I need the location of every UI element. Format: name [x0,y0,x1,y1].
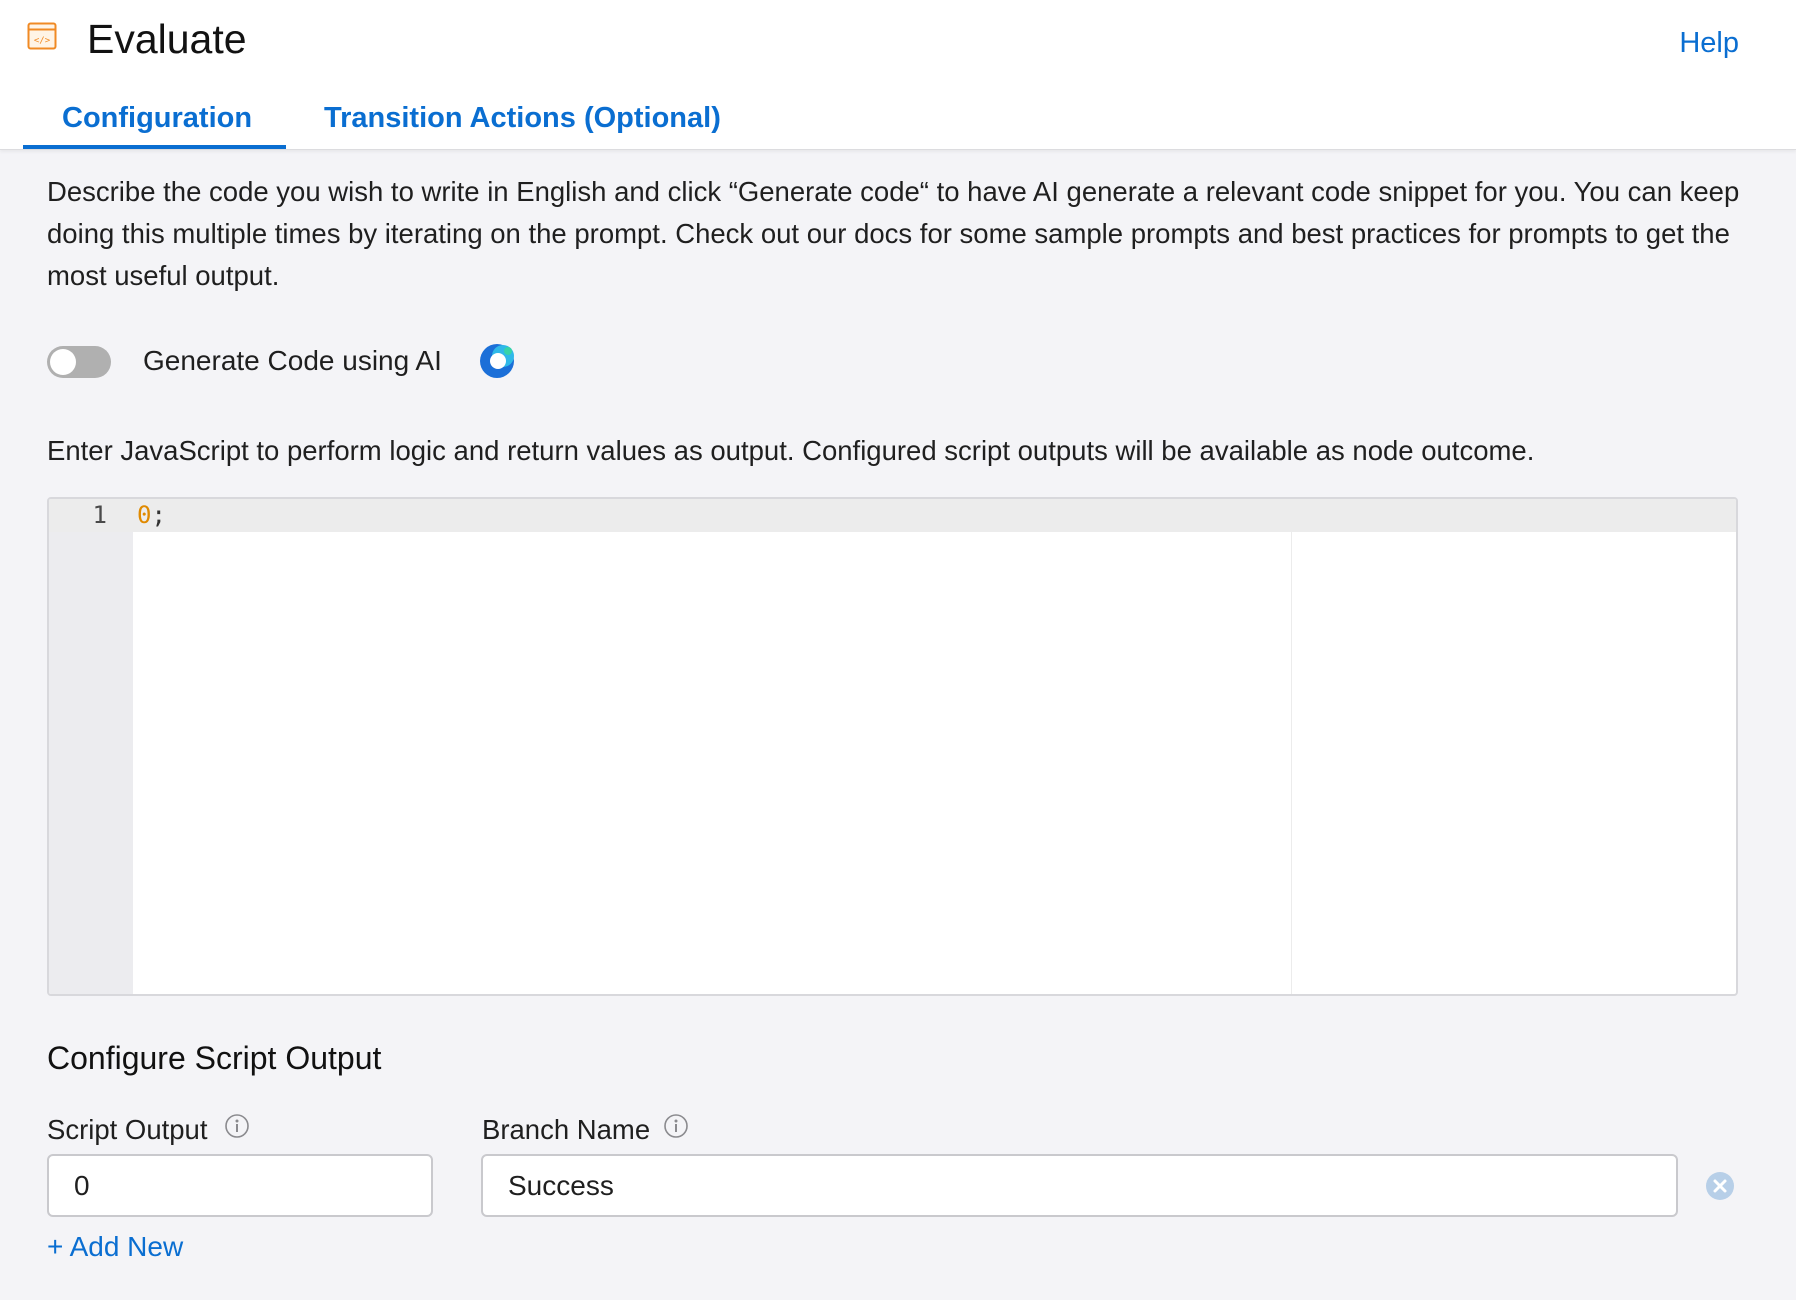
code-window-icon: </> [27,22,57,50]
header: </> Evaluate Help Configuration Transiti… [0,0,1796,150]
ai-description: Describe the code you wish to write in E… [47,176,1740,291]
code-punctuation: ; [151,501,166,529]
branch-name-label: Branch Name [482,1114,651,1145]
info-icon[interactable] [224,1113,250,1139]
tab-transition-actions[interactable]: Transition Actions (Optional) [324,100,721,136]
code-editor[interactable]: 1 0; [47,497,1738,996]
active-tab-indicator [23,145,286,149]
help-link[interactable]: Help [1679,26,1739,60]
code-line[interactable]: 0; [137,499,166,532]
active-line-highlight [49,499,1736,532]
script-output-input[interactable] [47,1154,433,1217]
code-number-token: 0 [137,501,152,529]
info-icon[interactable] [663,1113,689,1139]
tab-configuration[interactable]: Configuration [62,100,252,136]
script-instructions: Enter JavaScript to perform logic and re… [47,435,1535,466]
page-title: Evaluate [87,16,247,62]
print-margin [1291,532,1292,994]
remove-row-icon[interactable] [1705,1171,1735,1201]
editor-gutter [49,499,133,994]
toggle-knob [50,349,76,375]
line-number: 1 [92,501,107,529]
generate-code-ai-toggle[interactable] [47,346,111,378]
generate-code-ai-label: Generate Code using AI [143,345,442,376]
branch-name-input[interactable] [481,1154,1678,1217]
add-new-button[interactable]: + Add New [47,1229,183,1265]
ai-assistant-icon [480,344,514,378]
svg-text:</>: </> [34,36,51,46]
section-title: Configure Script Output [47,1040,382,1076]
script-output-label: Script Output [47,1114,208,1145]
